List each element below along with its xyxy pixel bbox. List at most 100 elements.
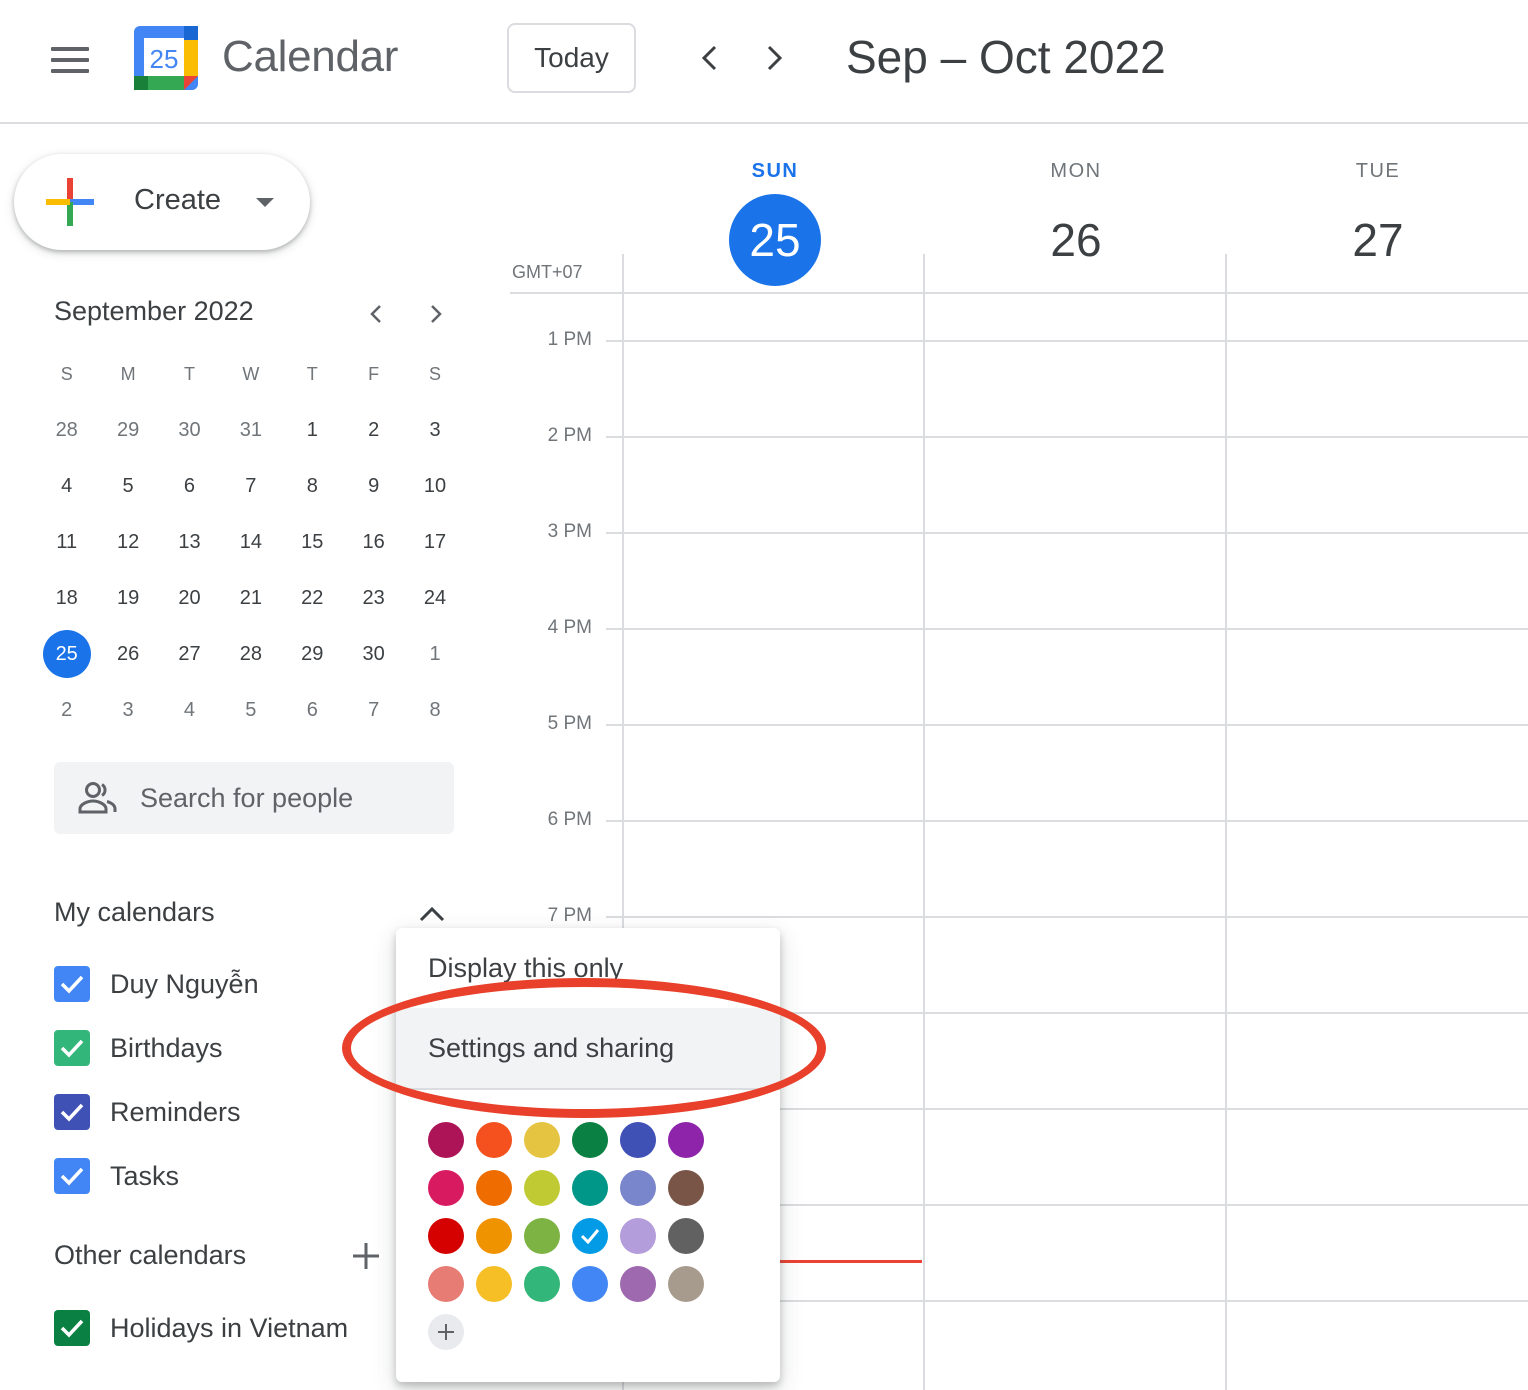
display-this-only-item[interactable]: Display this only	[396, 928, 780, 1008]
mini-calendar-day[interactable]: 2	[36, 682, 97, 738]
calendar-checkbox[interactable]	[54, 1158, 90, 1194]
mini-calendar-day[interactable]: 31	[220, 402, 281, 458]
calendar-list-item[interactable]: Tasks	[54, 1156, 179, 1196]
color-swatch[interactable]	[668, 1218, 704, 1254]
mini-calendar-next-month[interactable]	[418, 296, 454, 332]
mini-calendar-day-number: 3	[429, 418, 441, 441]
mini-calendar-day[interactable]: 1	[404, 626, 465, 682]
day-number[interactable]: 25	[729, 194, 821, 286]
previous-period-button[interactable]	[684, 32, 736, 84]
mini-calendar-day[interactable]: 1	[282, 402, 343, 458]
create-button[interactable]: Create	[14, 154, 310, 250]
mini-calendar-day[interactable]: 11	[36, 514, 97, 570]
color-swatch[interactable]	[572, 1266, 608, 1302]
calendar-list-item[interactable]: Birthdays	[54, 1028, 223, 1068]
mini-calendar-day[interactable]: 28	[220, 626, 281, 682]
color-swatch[interactable]	[524, 1122, 560, 1158]
mini-calendar-day[interactable]: 3	[404, 402, 465, 458]
calendar-list-item[interactable]: Holidays in Vietnam	[54, 1308, 348, 1348]
add-other-calendar-button[interactable]	[346, 1236, 386, 1276]
color-swatch[interactable]	[476, 1218, 512, 1254]
mini-calendar-day[interactable]: 19	[97, 570, 158, 626]
google-calendar-logo-icon[interactable]: 25	[134, 26, 198, 90]
mini-calendar-day[interactable]: 7	[343, 682, 404, 738]
mini-calendar-day[interactable]: 21	[220, 570, 281, 626]
mini-calendar-day[interactable]: 6	[159, 458, 220, 514]
color-swatch[interactable]	[668, 1266, 704, 1302]
next-period-button[interactable]	[748, 32, 800, 84]
mini-calendar-day[interactable]: 24	[404, 570, 465, 626]
mini-calendar-day[interactable]: 17	[404, 514, 465, 570]
mini-calendar-day[interactable]: 6	[282, 682, 343, 738]
calendar-checkbox[interactable]	[54, 1030, 90, 1066]
mini-calendar-day[interactable]: 16	[343, 514, 404, 570]
mini-calendar-weekday: T	[183, 363, 195, 384]
mini-calendar-day[interactable]: 29	[97, 402, 158, 458]
color-swatch[interactable]	[668, 1170, 704, 1206]
calendar-checkbox[interactable]	[54, 966, 90, 1002]
mini-calendar-day[interactable]: 12	[97, 514, 158, 570]
search-people-input[interactable]	[140, 778, 440, 818]
mini-calendar-day[interactable]: 28	[36, 402, 97, 458]
mini-calendar-day[interactable]: 9	[343, 458, 404, 514]
mini-calendar-day[interactable]: 22	[282, 570, 343, 626]
add-custom-color-button[interactable]	[428, 1314, 464, 1350]
mini-calendar-day[interactable]: 26	[97, 626, 158, 682]
color-swatch[interactable]	[620, 1218, 656, 1254]
calendar-checkbox[interactable]	[54, 1310, 90, 1346]
my-calendars-heading[interactable]: My calendars	[54, 897, 215, 928]
color-swatch[interactable]	[428, 1266, 464, 1302]
day-column-header[interactable]: MON 26	[925, 156, 1227, 286]
color-swatch[interactable]	[524, 1218, 560, 1254]
color-swatch[interactable]	[476, 1266, 512, 1302]
color-swatch[interactable]	[428, 1170, 464, 1206]
mini-calendar-day[interactable]: 4	[159, 682, 220, 738]
color-swatch[interactable]	[524, 1170, 560, 1206]
color-swatch[interactable]	[620, 1266, 656, 1302]
day-column-header[interactable]: TUE 27	[1227, 156, 1528, 286]
color-swatch[interactable]	[668, 1122, 704, 1158]
mini-calendar-day[interactable]: 8	[404, 682, 465, 738]
mini-calendar-day[interactable]: 15	[282, 514, 343, 570]
mini-calendar-day[interactable]: 14	[220, 514, 281, 570]
main-menu-button[interactable]	[38, 28, 102, 92]
calendar-checkbox[interactable]	[54, 1094, 90, 1130]
mini-calendar-day[interactable]: 5	[97, 458, 158, 514]
color-swatch[interactable]	[476, 1122, 512, 1158]
mini-calendar-day[interactable]: 4	[36, 458, 97, 514]
calendar-list-item[interactable]: Duy Nguyễn	[54, 964, 259, 1004]
mini-calendar-day[interactable]: 10	[404, 458, 465, 514]
mini-calendar-day[interactable]: 30	[159, 402, 220, 458]
mini-calendar-day[interactable]: 13	[159, 514, 220, 570]
mini-calendar-day[interactable]: 2	[343, 402, 404, 458]
mini-calendar-day[interactable]: 5	[220, 682, 281, 738]
mini-calendar-day[interactable]: 8	[282, 458, 343, 514]
mini-calendar-day[interactable]: 27	[159, 626, 220, 682]
calendar-list-item[interactable]: Reminders	[54, 1092, 241, 1132]
mini-calendar-day[interactable]: 7	[220, 458, 281, 514]
color-swatch[interactable]	[428, 1122, 464, 1158]
search-people-box[interactable]	[54, 762, 454, 834]
color-swatch[interactable]	[572, 1122, 608, 1158]
color-swatch[interactable]	[524, 1266, 560, 1302]
day-number[interactable]: 27	[1332, 194, 1424, 286]
mini-calendar-day[interactable]: 20	[159, 570, 220, 626]
color-swatch[interactable]	[572, 1170, 608, 1206]
today-button[interactable]: Today	[507, 23, 636, 93]
other-calendars-heading[interactable]: Other calendars	[54, 1240, 246, 1271]
mini-calendar-previous-month[interactable]	[358, 296, 394, 332]
mini-calendar-day[interactable]: 29	[282, 626, 343, 682]
mini-calendar-day[interactable]: 3	[97, 682, 158, 738]
mini-calendar-today[interactable]: 25	[36, 626, 97, 682]
color-swatch[interactable]	[476, 1170, 512, 1206]
color-swatch[interactable]	[620, 1122, 656, 1158]
mini-calendar-day[interactable]: 18	[36, 570, 97, 626]
mini-calendar-day[interactable]: 23	[343, 570, 404, 626]
settings-and-sharing-item[interactable]: Settings and sharing	[396, 1008, 780, 1088]
mini-calendar-day[interactable]: 30	[343, 626, 404, 682]
color-swatch[interactable]	[620, 1170, 656, 1206]
day-number[interactable]: 26	[1030, 194, 1122, 286]
color-swatch[interactable]	[428, 1218, 464, 1254]
day-column-header[interactable]: SUN 25	[624, 156, 926, 286]
color-swatch[interactable]	[572, 1218, 608, 1254]
